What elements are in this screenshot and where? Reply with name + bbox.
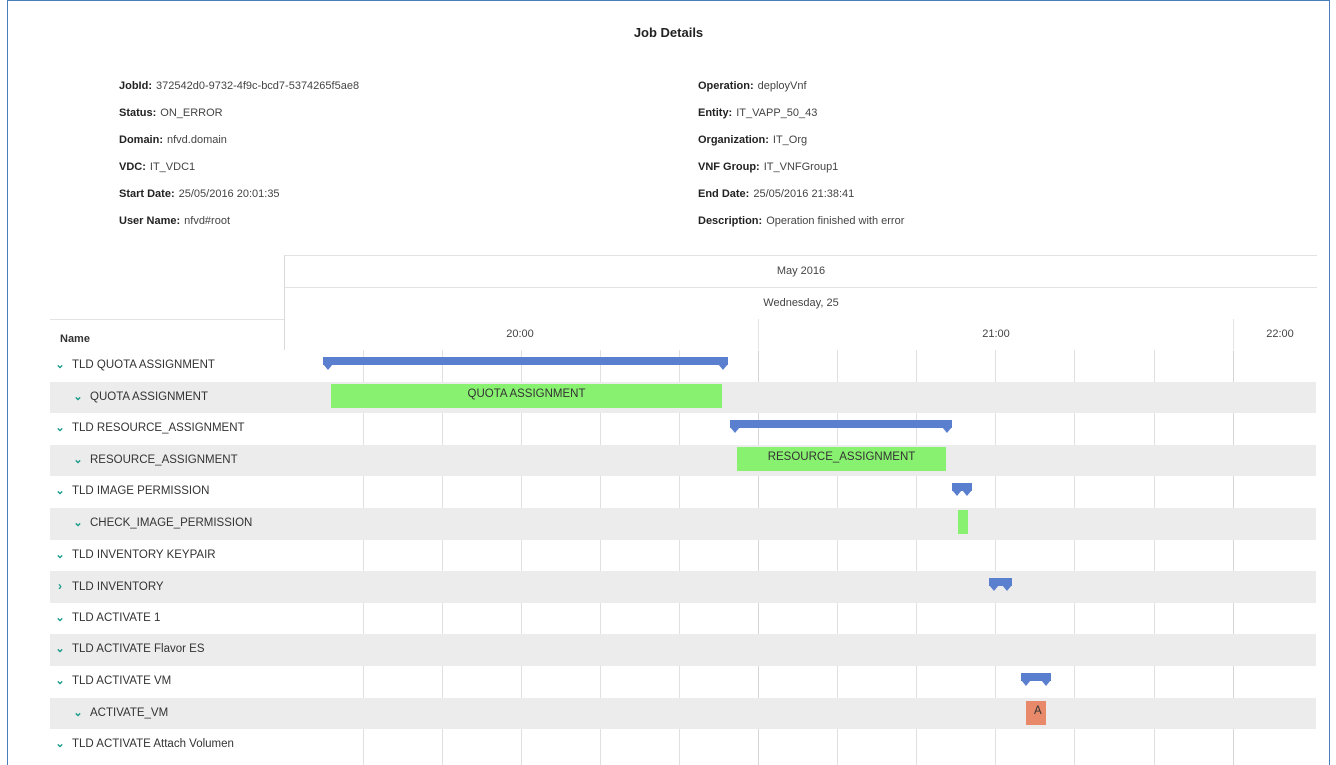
task-name: › TLD INVENTORY (50, 571, 164, 603)
detail-organization: Organization: IT_Org (698, 134, 808, 146)
detail-start-date: Start Date: 25/05/2016 20:01:35 (119, 188, 280, 200)
task-bar-quota-assignment[interactable]: QUOTA ASSIGNMENT (331, 383, 722, 408)
gantt-row[interactable]: ⌄ QUOTA ASSIGNMENT QUOTA ASSIGNMENT (50, 381, 1316, 414)
hour-separator (758, 319, 759, 349)
chevron-down-icon[interactable]: ⌄ (54, 666, 66, 698)
gantt-row[interactable]: ⌄ TLD IMAGE PERMISSION (50, 476, 1316, 508)
hour-label-2100: 21:00 (982, 328, 1010, 340)
task-name: ⌄ TLD QUOTA ASSIGNMENT (50, 350, 215, 382)
task-name: ⌄ TLD IMAGE PERMISSION (50, 476, 209, 508)
month-header: May 2016 (285, 255, 1317, 285)
task-name: ⌄ QUOTA ASSIGNMENT (50, 382, 208, 414)
chevron-down-icon[interactable]: ⌄ (72, 698, 84, 730)
chevron-down-icon[interactable]: ⌄ (54, 603, 66, 635)
gantt-row[interactable]: ⌄ TLD QUOTA ASSIGNMENT (50, 350, 1316, 382)
job-details-left: JobId: 372542d0-9732-4f9c-bcd7-5374265f5a… (119, 79, 359, 241)
detail-operation: Operation: deployVnf (698, 80, 807, 92)
gantt-row[interactable]: ⌄ ACTIVATE_VM A (50, 697, 1316, 730)
gantt-row[interactable]: ⌄ TLD ACTIVATE VM (50, 666, 1316, 698)
summary-bar-image-permission[interactable] (952, 483, 972, 497)
detail-end-date: End Date: 25/05/2016 21:38:41 (698, 188, 855, 200)
detail-status: Status: ON_ERROR (119, 107, 223, 119)
hour-label-2200: 22:00 (1266, 328, 1294, 340)
gantt-row[interactable]: ⌄ TLD ACTIVATE Flavor ES (50, 634, 1316, 666)
name-column-header[interactable]: Name (50, 319, 284, 349)
task-name: ⌄ ACTIVATE_VM (50, 698, 168, 730)
gantt-row[interactable]: ⌄ CHECK_IMAGE_PERMISSION (50, 507, 1316, 540)
task-name: ⌄ TLD RESOURCE_ASSIGNMENT (50, 413, 244, 445)
summary-bar-quota[interactable] (323, 357, 728, 370)
detail-vdc: VDC: IT_VDC1 (119, 161, 196, 173)
detail-vnf-group: VNF Group: IT_VNFGroup1 (698, 161, 839, 173)
day-header: Wednesday, 25 (285, 287, 1317, 317)
task-name: ⌄ TLD ACTIVATE Attach Volumen (50, 729, 234, 761)
chevron-down-icon[interactable]: ⌄ (54, 413, 66, 445)
chevron-down-icon[interactable]: ⌄ (72, 445, 84, 477)
hour-label-2000: 20:00 (506, 328, 534, 340)
task-bar-resource-assignment[interactable]: RESOURCE_ASSIGNMENT (737, 446, 946, 471)
gantt-row[interactable]: ⌄ TLD ACTIVATE 1 (50, 603, 1316, 635)
detail-description: Description: Operation finished with erro… (698, 215, 905, 227)
detail-jobid: JobId: 372542d0-9732-4f9c-bcd7-5374265f5a… (119, 80, 360, 92)
task-bar-check-image-permission[interactable] (958, 509, 968, 534)
hour-separator (1233, 319, 1234, 349)
chevron-down-icon[interactable]: ⌄ (54, 350, 66, 382)
task-name: ⌄ RESOURCE_ASSIGNMENT (50, 445, 237, 477)
detail-domain: Domain: nfvd.domain (119, 134, 227, 146)
chevron-down-icon[interactable]: ⌄ (54, 476, 66, 508)
gantt-row[interactable]: ⌄ RESOURCE_ASSIGNMENT RESOURCE_ASSIGNMENT (50, 444, 1316, 477)
gantt-row[interactable]: ⌄ TLD RESOURCE_ASSIGNMENT (50, 413, 1316, 445)
gantt-rows: ⌄ TLD QUOTA ASSIGNMENT ⌄ QUOTA ASSIGNMENT … (50, 350, 1316, 761)
chevron-down-icon[interactable]: ⌄ (54, 540, 66, 572)
task-name: ⌄ TLD INVENTORY KEYPAIR (50, 540, 215, 572)
task-bar-activate-vm[interactable]: A (1026, 700, 1046, 725)
page-title: Job Details (633, 25, 704, 40)
chevron-down-icon[interactable]: ⌄ (54, 634, 66, 666)
task-name: ⌄ TLD ACTIVATE 1 (50, 603, 160, 635)
chevron-down-icon[interactable]: ⌄ (72, 382, 84, 414)
chevron-down-icon[interactable]: ⌄ (54, 729, 66, 761)
chevron-right-icon[interactable]: › (54, 571, 66, 603)
gantt-timescale-header: May 2016 Wednesday, 25 (284, 255, 1317, 350)
gantt-row[interactable]: ⌄ TLD INVENTORY KEYPAIR (50, 540, 1316, 572)
detail-entity: Entity: IT_VAPP_50_43 (698, 107, 818, 119)
task-name: ⌄ TLD ACTIVATE VM (50, 666, 171, 698)
gantt-row[interactable]: ⌄ TLD ACTIVATE Attach Volumen (50, 729, 1316, 761)
gantt-row[interactable]: › TLD INVENTORY (50, 571, 1316, 603)
summary-bar-activate-vm[interactable] (1021, 672, 1051, 686)
task-name: ⌄ CHECK_IMAGE_PERMISSION (50, 508, 252, 540)
job-details-right: Operation: deployVnf Entity: IT_VAPP_50_43… (698, 79, 904, 241)
detail-user-name: User Name: nfvd#root (119, 215, 231, 227)
chevron-down-icon[interactable]: ⌄ (72, 508, 84, 540)
gantt-chart: May 2016 Wednesday, 25 Name 20:00 21:00 … (50, 255, 1317, 765)
summary-bar-resource[interactable] (730, 420, 952, 434)
task-name: ⌄ TLD ACTIVATE Flavor ES (50, 634, 204, 666)
summary-bar-inventory[interactable] (989, 578, 1012, 592)
